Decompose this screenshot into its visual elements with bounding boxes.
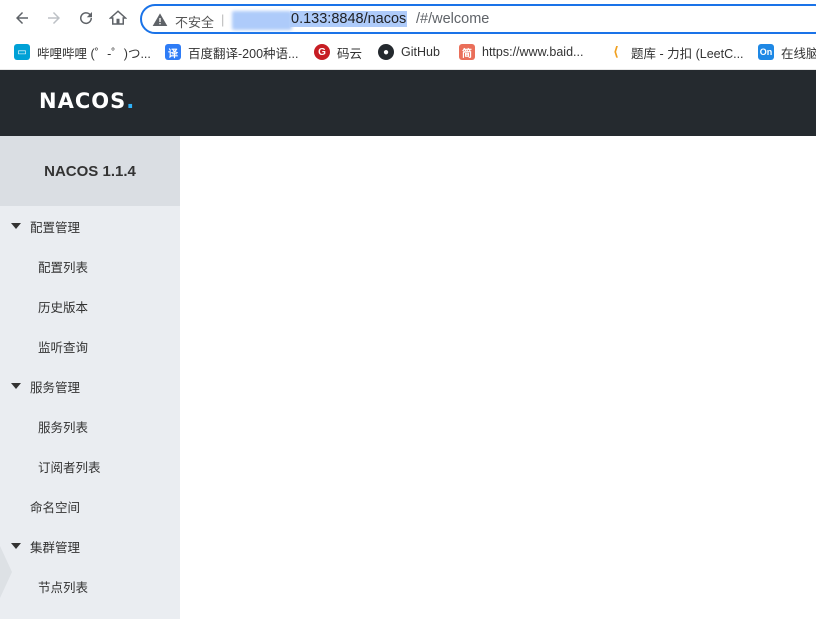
bookmark-label: GitHub xyxy=(401,45,440,59)
sidebar-item-service-list[interactable]: 服务列表 xyxy=(0,406,180,446)
leetcode-icon: ⟨ xyxy=(613,44,619,59)
sidebar-group-label: 服务管理 xyxy=(30,380,81,395)
security-label[interactable]: 不安全 xyxy=(175,12,214,31)
sidebar-group-config[interactable]: 配置管理 xyxy=(0,206,180,246)
back-icon[interactable] xyxy=(11,7,33,29)
sidebar-item-config-list[interactable]: 配置列表 xyxy=(0,246,180,286)
forward-icon[interactable] xyxy=(43,7,65,29)
caret-down-icon xyxy=(11,383,21,389)
home-icon[interactable] xyxy=(107,7,129,29)
sidebar-item-subscribers[interactable]: 订阅者列表 xyxy=(0,446,180,486)
bookmark-baidu[interactable]: 简 https://www.baid... xyxy=(459,43,583,61)
bookmark-label: 哔哩哔哩 (゜-゜)つ... xyxy=(37,46,151,61)
bookmark-baidu-translate[interactable]: 译 百度翻译-200种语... xyxy=(165,43,298,61)
logo-dot: . xyxy=(126,89,136,113)
browser-toolbar: 不安全 | 0.133:8848/nacos /#/welcome xyxy=(0,0,816,36)
on-icon: On xyxy=(758,44,774,60)
translate-icon: 译 xyxy=(165,44,181,60)
url-host: 0.133:8848/nacos xyxy=(290,11,408,27)
sidebar-item-history[interactable]: 历史版本 xyxy=(0,286,180,326)
url-path: /#/welcome xyxy=(416,11,490,27)
caret-down-icon xyxy=(11,223,21,229)
bookmark-online[interactable]: On 在线脑 xyxy=(758,43,816,61)
logo-text: NACOS xyxy=(39,89,127,113)
redacted-host xyxy=(232,11,292,30)
sidebar-item-listener[interactable]: 监听查询 xyxy=(0,326,180,366)
sidebar-group-label: 集群管理 xyxy=(30,540,81,555)
bookmark-github[interactable]: ● GitHub xyxy=(378,43,440,61)
main-content xyxy=(180,136,816,619)
bookmark-label: 在线脑 xyxy=(781,46,816,61)
url-separator: | xyxy=(221,12,225,27)
gitee-icon: G xyxy=(314,44,330,60)
bookmark-gitee[interactable]: G 码云 xyxy=(314,43,362,61)
caret-down-icon xyxy=(11,543,21,549)
address-bar[interactable]: 不安全 | 0.133:8848/nacos /#/welcome xyxy=(140,4,816,34)
bookmark-label: 百度翻译-200种语... xyxy=(188,46,299,61)
sidebar-group-label: 配置管理 xyxy=(30,220,81,235)
warning-icon[interactable] xyxy=(152,12,168,28)
sidebar-item-namespace[interactable]: 命名空间 xyxy=(0,486,180,526)
sidebar-item-nodes[interactable]: 节点列表 xyxy=(0,566,180,606)
github-icon: ● xyxy=(378,44,394,60)
bookmark-bilibili[interactable]: ▭ 哔哩哔哩 (゜-゜)つ... xyxy=(14,43,151,61)
bookmark-leetcode[interactable]: ⟨ 题库 - 力扣 (LeetC... xyxy=(608,43,744,61)
bilibili-icon: ▭ xyxy=(14,44,30,60)
bookmarks-bar: ▭ 哔哩哔哩 (゜-゜)つ... 译 百度翻译-200种语... G 码云 ● … xyxy=(0,36,816,70)
sidebar-group-service[interactable]: 服务管理 xyxy=(0,366,180,406)
nacos-logo[interactable]: NACOS. xyxy=(39,89,135,113)
reload-icon[interactable] xyxy=(75,7,97,29)
bookmark-label: https://www.baid... xyxy=(482,45,584,59)
sidebar-group-cluster[interactable]: 集群管理 xyxy=(0,526,180,566)
version-title: NACOS 1.1.4 xyxy=(0,136,180,206)
app-header: NACOS. xyxy=(0,70,816,136)
jianshu-icon: 简 xyxy=(459,44,475,60)
bookmark-label: 题库 - 力扣 (LeetC... xyxy=(631,46,744,61)
bookmark-label: 码云 xyxy=(337,46,363,61)
sidebar: NACOS 1.1.4 配置管理 配置列表 历史版本 监听查询 服务管理 服务列… xyxy=(0,136,180,619)
